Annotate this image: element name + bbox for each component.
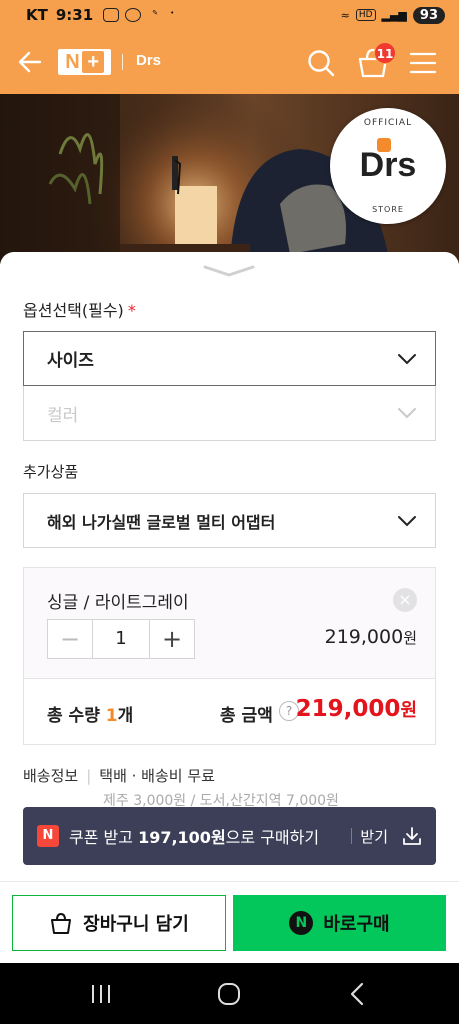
size-select-label: 사이즈 xyxy=(47,351,94,371)
option-section-label: 옵션선택(필수) xyxy=(23,301,124,320)
notification-icons: ✎ • xyxy=(103,8,175,22)
coupon-divider xyxy=(351,828,353,844)
talk-notification-icon xyxy=(125,8,142,22)
back-arrow-icon[interactable] xyxy=(16,48,44,76)
logo-n: N xyxy=(65,50,79,73)
addon-select[interactable]: 해외 나가실땐 글로벌 멀티 어댑터 xyxy=(23,493,436,548)
required-mark: * xyxy=(127,301,136,320)
chevron-down-icon xyxy=(398,353,416,364)
size-select[interactable]: 사이즈 xyxy=(23,331,436,386)
decrease-quantity-button[interactable]: − xyxy=(48,620,92,658)
coupon-text-prefix: 쿠폰 받고 xyxy=(69,828,139,847)
coupon-receive-label: 받기 xyxy=(360,827,388,846)
chevron-down-icon xyxy=(398,515,416,526)
wifi-icon: ≈ xyxy=(340,8,350,22)
selected-option-card: 싱글 / 라이트그레이 × − 1 + 219,000원 xyxy=(23,567,436,679)
back-icon[interactable] xyxy=(345,981,371,1007)
naver-pay-icon: N xyxy=(289,911,314,935)
carrier-label: KT xyxy=(26,6,48,24)
badge-brand-text: Drs xyxy=(359,146,417,184)
total-amount-value: 219,000 xyxy=(295,696,401,722)
buy-now-label: 바로구매 xyxy=(323,914,390,935)
badge-official-text: OFFICIAL xyxy=(363,118,413,128)
total-amount-label: 총 금액 xyxy=(220,706,273,726)
store-brand-logo[interactable]: Drs xyxy=(136,52,161,69)
buy-now-button[interactable]: N 바로구매 xyxy=(233,895,446,951)
search-icon[interactable] xyxy=(306,48,336,78)
collapse-chevron-icon[interactable] xyxy=(202,264,256,278)
option-section-title: 옵션선택(필수) * xyxy=(23,297,136,321)
option-price-currency: 원 xyxy=(403,629,417,647)
recent-apps-icon[interactable] xyxy=(88,981,114,1007)
total-quantity: 총 수량 1개 xyxy=(47,701,133,726)
total-quantity-suffix: 개 xyxy=(117,706,134,726)
chevron-down-icon xyxy=(398,408,416,419)
signal-icon: ▂▄▆ xyxy=(381,8,407,22)
addon-section-title: 추가상품 xyxy=(23,463,79,481)
total-quantity-prefix: 총 수량 xyxy=(47,706,106,726)
addon-select-label: 해외 나가실땐 글로벌 멀티 어댑터 xyxy=(47,512,276,532)
coupon-text-suffix: 으로 구매하기 xyxy=(225,828,320,847)
coupon-banner[interactable]: N 쿠폰 받고 197,100원 으로 구매하기 받기 xyxy=(23,807,436,865)
add-to-cart-button[interactable]: 장바구니 담기 xyxy=(12,895,226,951)
selected-option-name: 싱글 / 라이트그레이 xyxy=(47,593,189,613)
delivery-separator: | xyxy=(86,767,92,785)
purchase-footer: 장바구니 담기 N 바로구매 xyxy=(0,881,459,963)
system-navigation-bar xyxy=(0,963,459,1024)
app-header: N + Drs 11 xyxy=(0,30,459,94)
more-notifications-icon: • xyxy=(170,9,175,17)
delivery-label: 배송정보 xyxy=(23,767,79,785)
quantity-stepper: − 1 + xyxy=(47,619,195,659)
total-quantity-value: 1 xyxy=(105,706,118,726)
official-store-badge[interactable]: OFFICIAL Drs STORE xyxy=(330,108,446,224)
app-notification-icon: ✎ xyxy=(152,9,159,17)
total-amount: 219,000원 xyxy=(296,696,417,722)
hamburger-menu-icon[interactable] xyxy=(408,50,438,76)
battery-indicator: 93 xyxy=(412,6,445,24)
color-select-label: 컬러 xyxy=(47,405,79,426)
total-summary: 총 수량 1개 총 금액 ? 219,000원 xyxy=(23,678,436,745)
coupon-receive-button[interactable]: 받기 xyxy=(351,826,422,847)
clock: 9:31 xyxy=(55,6,94,24)
home-icon[interactable] xyxy=(216,981,242,1007)
naver-n-icon: N xyxy=(37,825,59,847)
shopping-bag-icon xyxy=(51,912,72,934)
status-bar: KT 9:31 ✎ • ≈ HD ▂▄▆ 93 xyxy=(0,0,459,30)
download-icon xyxy=(403,827,421,845)
naver-plus-store-logo[interactable]: N + xyxy=(58,49,111,75)
color-select[interactable]: 컬러 xyxy=(23,386,436,441)
header-divider xyxy=(122,54,123,70)
option-price-value: 219,000 xyxy=(324,626,404,648)
total-amount-currency: 원 xyxy=(400,700,417,721)
chat-notification-icon xyxy=(103,8,120,22)
hd-icon: HD xyxy=(355,9,376,21)
coupon-amount: 197,100원 xyxy=(138,828,226,847)
badge-store-text: STORE xyxy=(372,205,404,214)
cart-count-badge: 11 xyxy=(374,42,396,64)
increase-quantity-button[interactable]: + xyxy=(150,620,194,658)
add-to-cart-label: 장바구니 담기 xyxy=(83,914,189,935)
option-price: 219,000원 xyxy=(325,626,417,648)
quantity-value[interactable]: 1 xyxy=(92,620,150,658)
remove-option-close-icon[interactable]: × xyxy=(393,588,417,612)
delivery-info: 배송정보 | 택배 · 배송비 무료 xyxy=(23,765,215,786)
logo-plus: + xyxy=(81,51,104,73)
delivery-method: 택배 · 배송비 무료 xyxy=(99,767,215,785)
